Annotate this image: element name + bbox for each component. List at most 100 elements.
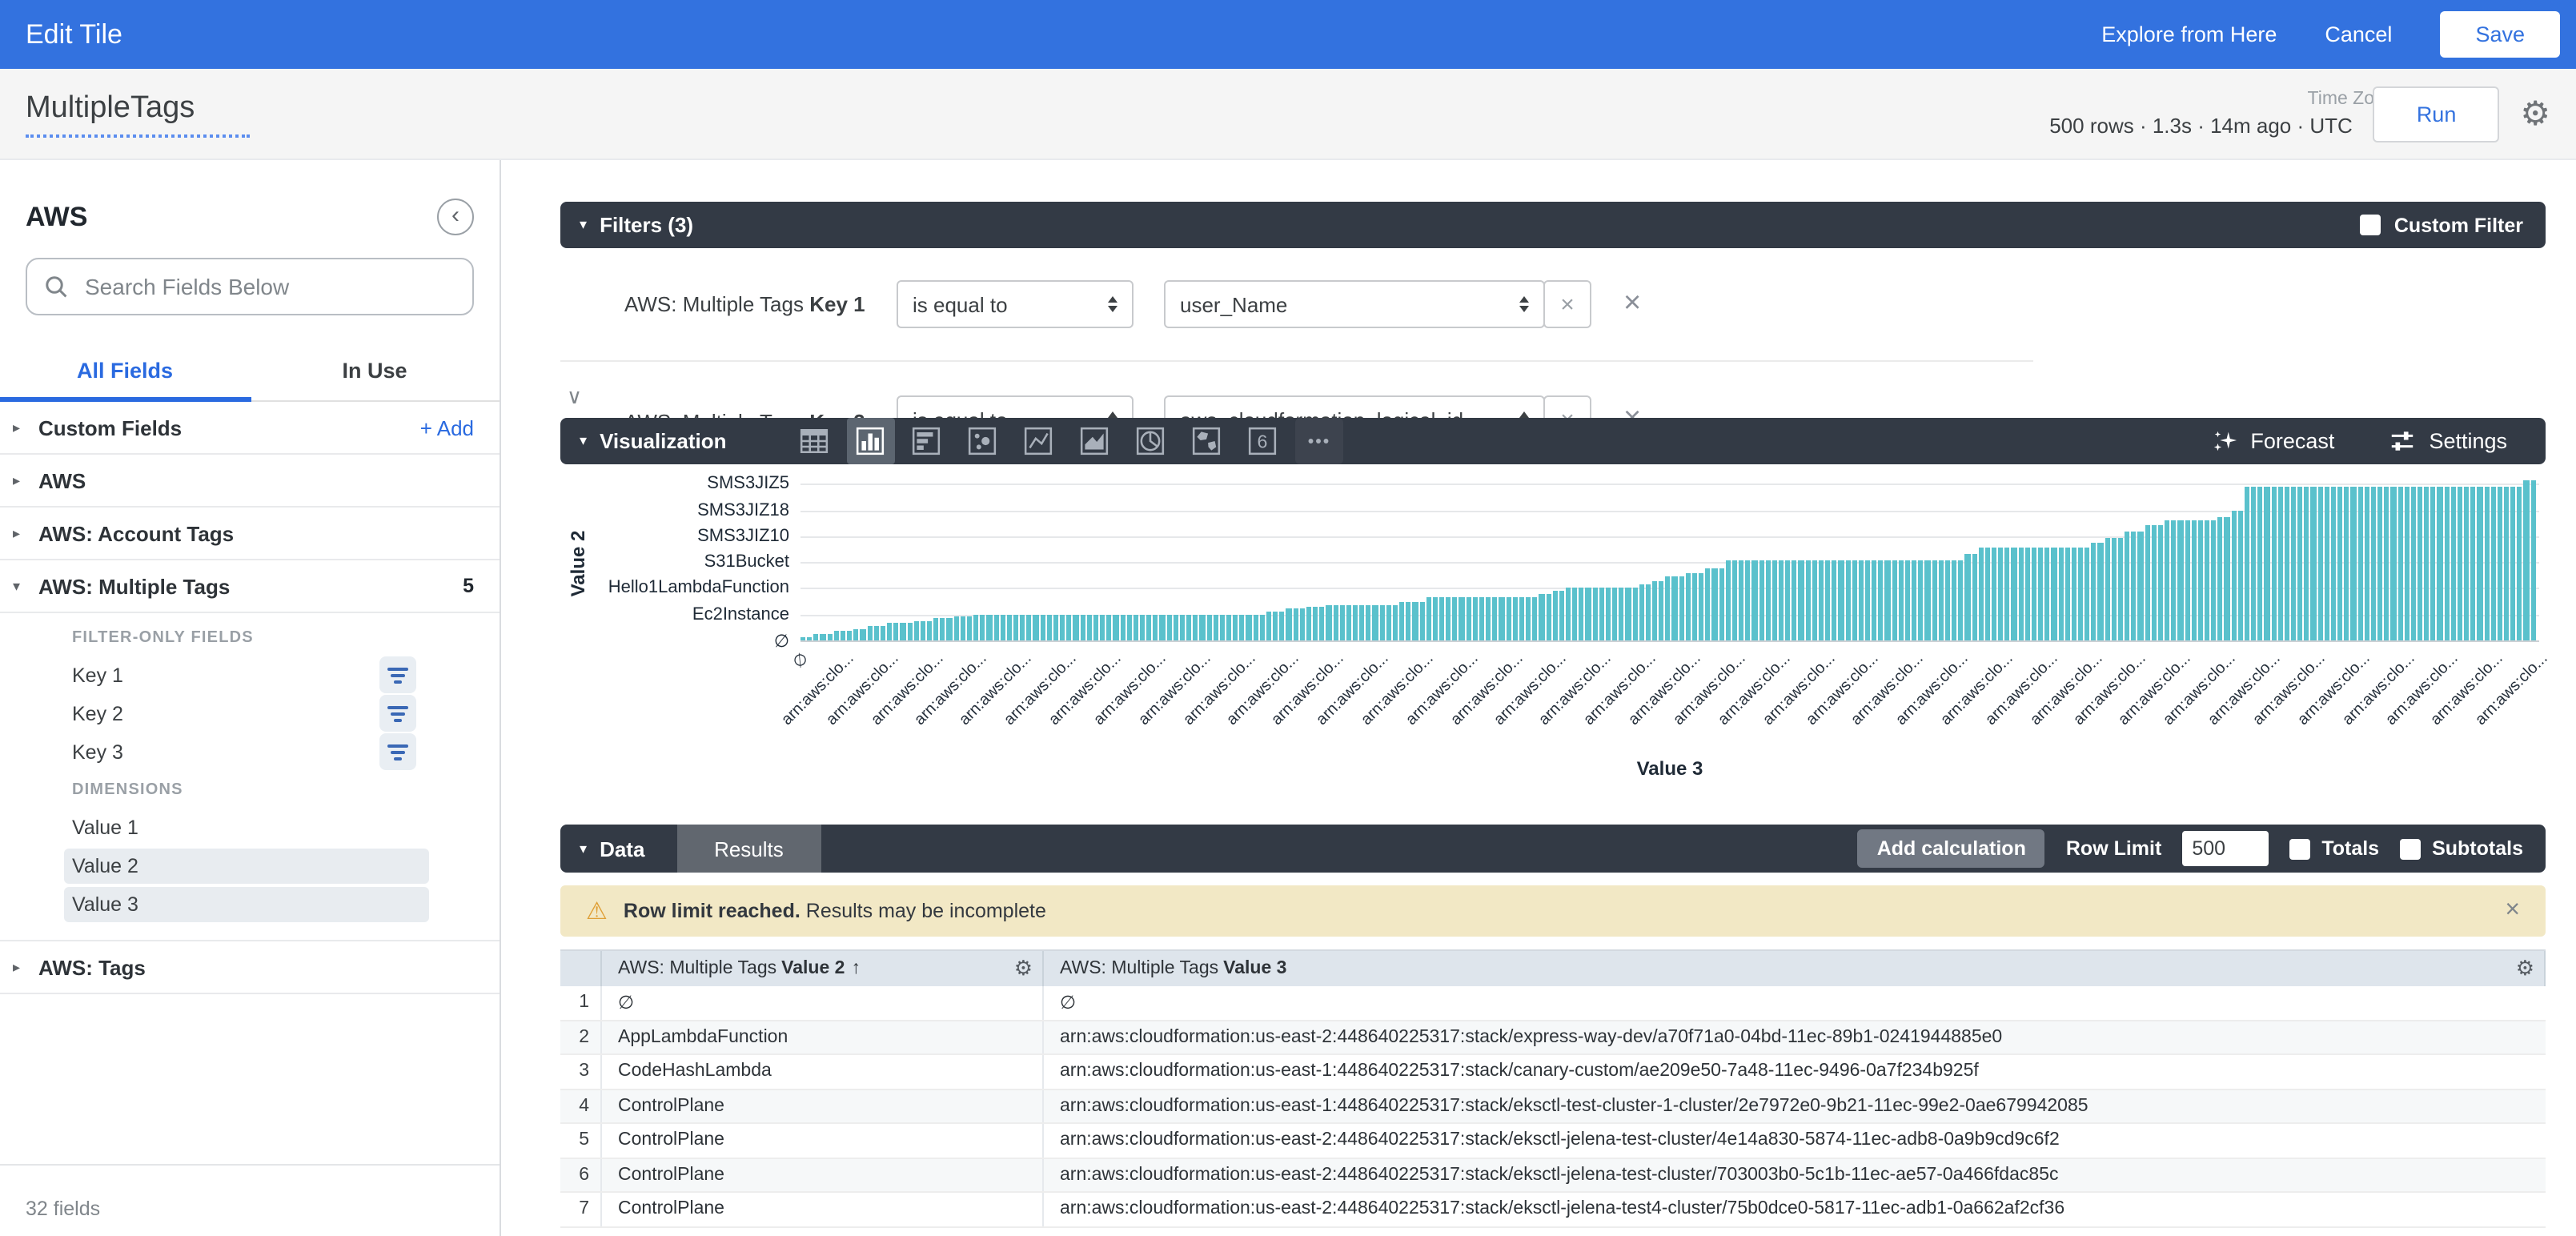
cell-value-2[interactable]: ControlPlane — [602, 1090, 1044, 1122]
visualization-section-header[interactable]: ▾ Visualization 6 Forecast Settings — [560, 418, 2546, 464]
cell-value-3[interactable]: arn:aws:cloudformation:us-east-2:4486402… — [1044, 1021, 2546, 1053]
cell-value-3[interactable]: arn:aws:cloudformation:us-east-2:4486402… — [1044, 1158, 2546, 1191]
filter-operator-select[interactable]: is equal to — [897, 280, 1134, 328]
bar — [2504, 487, 2509, 640]
row-limit-input[interactable] — [2182, 831, 2269, 866]
cell-value-2[interactable]: AppLambdaFunction — [602, 1021, 1044, 1053]
field-label: Key 3 — [72, 741, 123, 764]
filters-section-header[interactable]: ▾ Filters (3) Custom Filter — [560, 202, 2546, 248]
subtotals-checkbox[interactable] — [2400, 838, 2421, 859]
totals-toggle[interactable]: Totals — [2289, 837, 2379, 860]
column-header-value-3[interactable]: AWS: Multiple Tags Value 3⚙ — [1044, 951, 2546, 986]
sidebar-group-aws-multiple-tags[interactable]: ▾AWS: Multiple Tags5 — [0, 560, 500, 613]
collapse-sidebar-button[interactable]: ‹ — [437, 199, 474, 235]
cell-value-2[interactable]: ControlPlane — [602, 1193, 1044, 1226]
cancel-button[interactable]: Cancel — [2325, 22, 2392, 46]
bar — [2005, 548, 2010, 640]
sidebar-field-value-3[interactable]: Value 3 — [0, 885, 500, 924]
viz-settings-button[interactable]: Settings — [2389, 427, 2507, 455]
custom-filter-toggle[interactable]: Custom Filter — [2361, 214, 2546, 236]
caret-right-icon: ▸ — [13, 419, 38, 436]
bar — [1466, 597, 1471, 640]
sidebar-field-key-1[interactable]: Key 1 — [0, 656, 500, 695]
column-gear-icon[interactable]: ⚙ — [1014, 956, 1033, 981]
filter-field-icon[interactable] — [379, 695, 416, 732]
bar — [1885, 561, 1890, 640]
cell-value-3[interactable]: arn:aws:cloudformation:us-east-1:4486402… — [1044, 1090, 2546, 1122]
bar — [2297, 487, 2302, 640]
add-custom-field-button[interactable]: + Add — [420, 415, 474, 439]
viz-type-pie-icon[interactable] — [1127, 418, 1175, 464]
cell-value-3[interactable]: arn:aws:cloudformation:us-east-1:4486402… — [1044, 1055, 2546, 1088]
sidebar-field-key-2[interactable]: Key 2 — [0, 695, 500, 733]
cell-value-3[interactable]: ∅ — [1044, 986, 2546, 1019]
search-icon — [43, 274, 69, 299]
search-input[interactable] — [82, 272, 456, 301]
add-calculation-button[interactable]: Add calculation — [1858, 829, 2045, 868]
remove-filter-value-button[interactable]: × — [1543, 395, 1591, 418]
remove-filter-value-button[interactable]: × — [1543, 280, 1591, 328]
filter-value-select[interactable]: user_Name — [1164, 280, 1545, 328]
viz-type-single-value-icon[interactable]: 6 — [1239, 418, 1287, 464]
subtotals-toggle[interactable]: Subtotals — [2400, 837, 2523, 860]
viz-type-more-icon[interactable] — [1295, 418, 1343, 464]
bar — [1193, 614, 1198, 640]
bar — [1932, 561, 1936, 640]
viz-type-area-icon[interactable] — [1071, 418, 1119, 464]
cell-value-2[interactable]: ∅ — [602, 986, 1044, 1019]
viz-type-bar-icon[interactable] — [903, 418, 951, 464]
forecast-button[interactable]: Forecast — [2210, 427, 2334, 455]
data-section-header[interactable]: ▾ Data Results Add calculation Row Limit… — [560, 825, 2546, 873]
filter-operator-select[interactable]: is equal to — [897, 395, 1134, 418]
cell-value-2[interactable]: ControlPlane — [602, 1158, 1044, 1191]
sidebar-field-key-3[interactable]: Key 3 — [0, 733, 500, 772]
remove-filter-icon[interactable]: × — [1623, 402, 1641, 418]
bar — [1852, 561, 1856, 640]
viz-type-column-icon[interactable] — [847, 418, 895, 464]
column-gear-icon[interactable]: ⚙ — [2516, 956, 2534, 981]
query-settings-gear-icon[interactable]: ⚙ — [2520, 97, 2550, 130]
sidebar-group-aws-account-tags[interactable]: ▸AWS: Account Tags — [0, 508, 500, 560]
sidebar-group-custom-fields[interactable]: ▸Custom Fields+ Add — [0, 402, 500, 455]
table-row: 4ControlPlanearn:aws:cloudformation:us-e… — [560, 1090, 2546, 1124]
sidebar-field-value-2[interactable]: Value 2 — [0, 847, 500, 885]
filter-field-icon[interactable] — [379, 733, 416, 770]
bar — [1785, 561, 1790, 640]
viz-type-line-icon[interactable] — [1015, 418, 1063, 464]
dismiss-warning-icon[interactable]: × — [2505, 897, 2520, 925]
cell-value-2[interactable]: ControlPlane — [602, 1124, 1044, 1157]
remove-filter-icon[interactable]: × — [1623, 287, 1641, 322]
scroll-chevron-icon[interactable]: ∨ — [567, 384, 582, 410]
totals-checkbox[interactable] — [2289, 838, 2310, 859]
field-label: Key 1 — [72, 664, 123, 687]
bar — [1699, 572, 1703, 640]
sidebar-group-aws-tags[interactable]: ▸AWS: Tags — [0, 941, 500, 994]
bar — [1213, 614, 1218, 640]
cell-value-3[interactable]: arn:aws:cloudformation:us-east-2:4486402… — [1044, 1193, 2546, 1226]
filter-field-icon[interactable] — [379, 656, 416, 693]
viz-type-map-icon[interactable] — [1183, 418, 1231, 464]
bar — [1745, 561, 1750, 640]
sidebar-group-aws[interactable]: ▸AWS — [0, 455, 500, 508]
column-header-value-2[interactable]: AWS: Multiple Tags Value 2↑⚙ — [602, 951, 1044, 986]
tab-in-use[interactable]: In Use — [250, 344, 500, 400]
run-button[interactable]: Run — [2373, 86, 2500, 142]
bar — [1952, 561, 1956, 640]
viz-type-scatter-icon[interactable] — [959, 418, 1007, 464]
edit-tile-window: Edit Tile Explore from Here Cancel Save … — [0, 0, 2576, 1236]
bar — [2145, 526, 2149, 640]
bar — [1799, 561, 1804, 640]
viz-type-table-icon[interactable] — [791, 418, 839, 464]
custom-filter-checkbox[interactable] — [2361, 215, 2381, 235]
cell-value-2[interactable]: CodeHashLambda — [602, 1055, 1044, 1088]
cell-value-3[interactable]: arn:aws:cloudformation:us-east-2:4486402… — [1044, 1124, 2546, 1157]
bar — [2371, 487, 2376, 640]
filter-value-select[interactable]: aws_cloudformation_logical_id — [1164, 395, 1545, 418]
save-button[interactable]: Save — [2440, 11, 2560, 58]
tab-results[interactable]: Results — [676, 825, 821, 873]
bar — [1100, 614, 1105, 640]
query-title[interactable]: MultipleTags — [26, 90, 249, 137]
tab-all-fields[interactable]: All Fields — [0, 344, 250, 400]
explore-from-here-button[interactable]: Explore from Here — [2101, 22, 2277, 46]
sidebar-field-value-1[interactable]: Value 1 — [0, 809, 500, 847]
